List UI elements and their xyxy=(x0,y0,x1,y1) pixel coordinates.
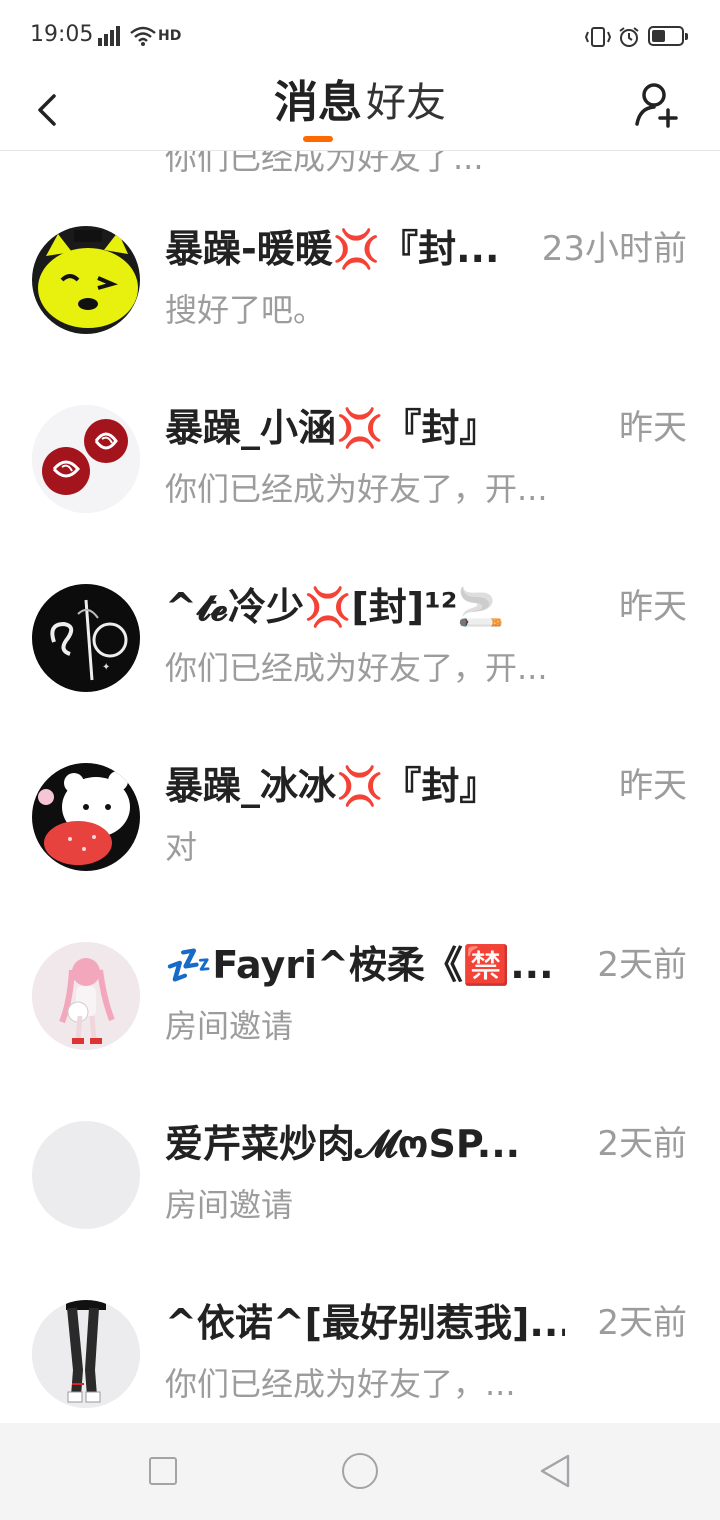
conversation-preview: 房间邀请 xyxy=(165,1186,294,1224)
vibrate-icon xyxy=(584,27,612,47)
tab-bar: 消息 好友 xyxy=(0,72,720,150)
active-tab-indicator xyxy=(303,136,333,142)
conversation-preview: 你们已经成为好友了，... xyxy=(165,1365,516,1403)
system-nav-bar xyxy=(0,1423,720,1520)
conversation-time: 昨天 xyxy=(619,587,687,627)
conversation-preview: 你们已经成为好友了，开... xyxy=(165,649,548,687)
alarm-icon xyxy=(619,27,639,47)
conversation-list[interactable]: 你们已经成为好友了... ✦ 暴躁-暖暖💢『封... 23小时前 搜好了吧。 暴… xyxy=(0,151,720,1423)
yellow-cat-avatar[interactable]: ✦ xyxy=(32,226,140,334)
conversation-time: 2天前 xyxy=(597,1303,687,1343)
partial-message-preview: 你们已经成为好友了... xyxy=(165,151,484,177)
home-icon[interactable] xyxy=(342,1453,378,1489)
tab-friends[interactable]: 好友 xyxy=(364,72,448,134)
wifi-icon xyxy=(130,26,156,46)
conversation-time: 昨天 xyxy=(619,408,687,448)
battery-icon xyxy=(648,26,688,46)
conversation-item[interactable]: ✦ ^𝓽𝓮冷少💢[封]¹²🚬 昨天 你们已经成为好友了，开... xyxy=(0,584,720,762)
add-user-icon xyxy=(635,83,678,128)
status-time: 19:05 xyxy=(30,22,94,47)
conversation-name: 暴躁_冰冰💢『封』 xyxy=(165,764,498,808)
bear-strawberry-avatar[interactable] xyxy=(32,763,140,871)
tab-messages[interactable]: 消息 xyxy=(272,72,364,142)
anime-girl-avatar[interactable] xyxy=(32,942,140,1050)
conversation-preview: 你们已经成为好友了，开... xyxy=(165,470,548,508)
hd-label: HD xyxy=(158,28,182,44)
conversation-name: 暴躁_小涵💢『封』 xyxy=(165,406,498,450)
svg-text:✦: ✦ xyxy=(38,316,50,332)
blank-avatar[interactable] xyxy=(32,1121,140,1229)
legs-avatar[interactable] xyxy=(32,1300,140,1408)
conversation-name: ^依诺^[最好别惹我]... xyxy=(165,1301,565,1345)
tab-friends-label: 好友 xyxy=(366,80,446,126)
conversation-item[interactable]: ^依诺^[最好别惹我]... 2天前 你们已经成为好友了，... xyxy=(0,1300,720,1423)
recent-apps-icon[interactable] xyxy=(149,1457,177,1485)
conversation-item[interactable]: 💤Fayri^桉柔《🈲... 2天前 房间邀请 xyxy=(0,942,720,1120)
conversation-preview: 搜好了吧。 xyxy=(165,291,326,329)
header: 消息 好友 xyxy=(0,72,720,151)
conversation-time: 昨天 xyxy=(619,766,687,806)
conversation-time: 23小时前 xyxy=(541,229,687,269)
dark-graffiti-avatar[interactable]: ✦ xyxy=(32,584,140,692)
partial-avatar xyxy=(56,151,116,153)
conversation-time: 2天前 xyxy=(597,945,687,985)
conversation-name: 💤Fayri^桉柔《🈲... xyxy=(165,943,554,987)
back-triangle-icon[interactable] xyxy=(538,1453,572,1489)
conversation-item[interactable]: 爱芹菜炒肉𝓜ოSP... 2天前 房间邀请 xyxy=(0,1121,720,1299)
conversation-item[interactable]: ✦ 暴躁-暖暖💢『封... 23小时前 搜好了吧。 xyxy=(0,226,720,404)
conversation-item[interactable]: 暴躁_冰冰💢『封』 昨天 对 xyxy=(0,763,720,941)
add-friend-button[interactable] xyxy=(632,80,682,132)
conversation-preview: 房间邀请 xyxy=(165,1007,294,1045)
tab-messages-label: 消息 xyxy=(274,77,362,128)
conversation-time: 2天前 xyxy=(597,1124,687,1164)
rose-avatar[interactable] xyxy=(32,405,140,513)
conversation-name: ^𝓽𝓮冷少💢[封]¹²🚬 xyxy=(165,585,505,629)
conversation-item[interactable]: 暴躁_小涵💢『封』 昨天 你们已经成为好友了，开... xyxy=(0,405,720,583)
signal-icon xyxy=(98,24,120,46)
status-bar: 19:05 HD xyxy=(0,0,720,72)
conversation-preview: 对 xyxy=(165,828,198,866)
conversation-name: 暴躁-暖暖💢『封... xyxy=(165,227,500,271)
conversation-name: 爱芹菜炒肉𝓜ოSP... xyxy=(165,1122,521,1166)
svg-text:✦: ✦ xyxy=(102,662,110,673)
